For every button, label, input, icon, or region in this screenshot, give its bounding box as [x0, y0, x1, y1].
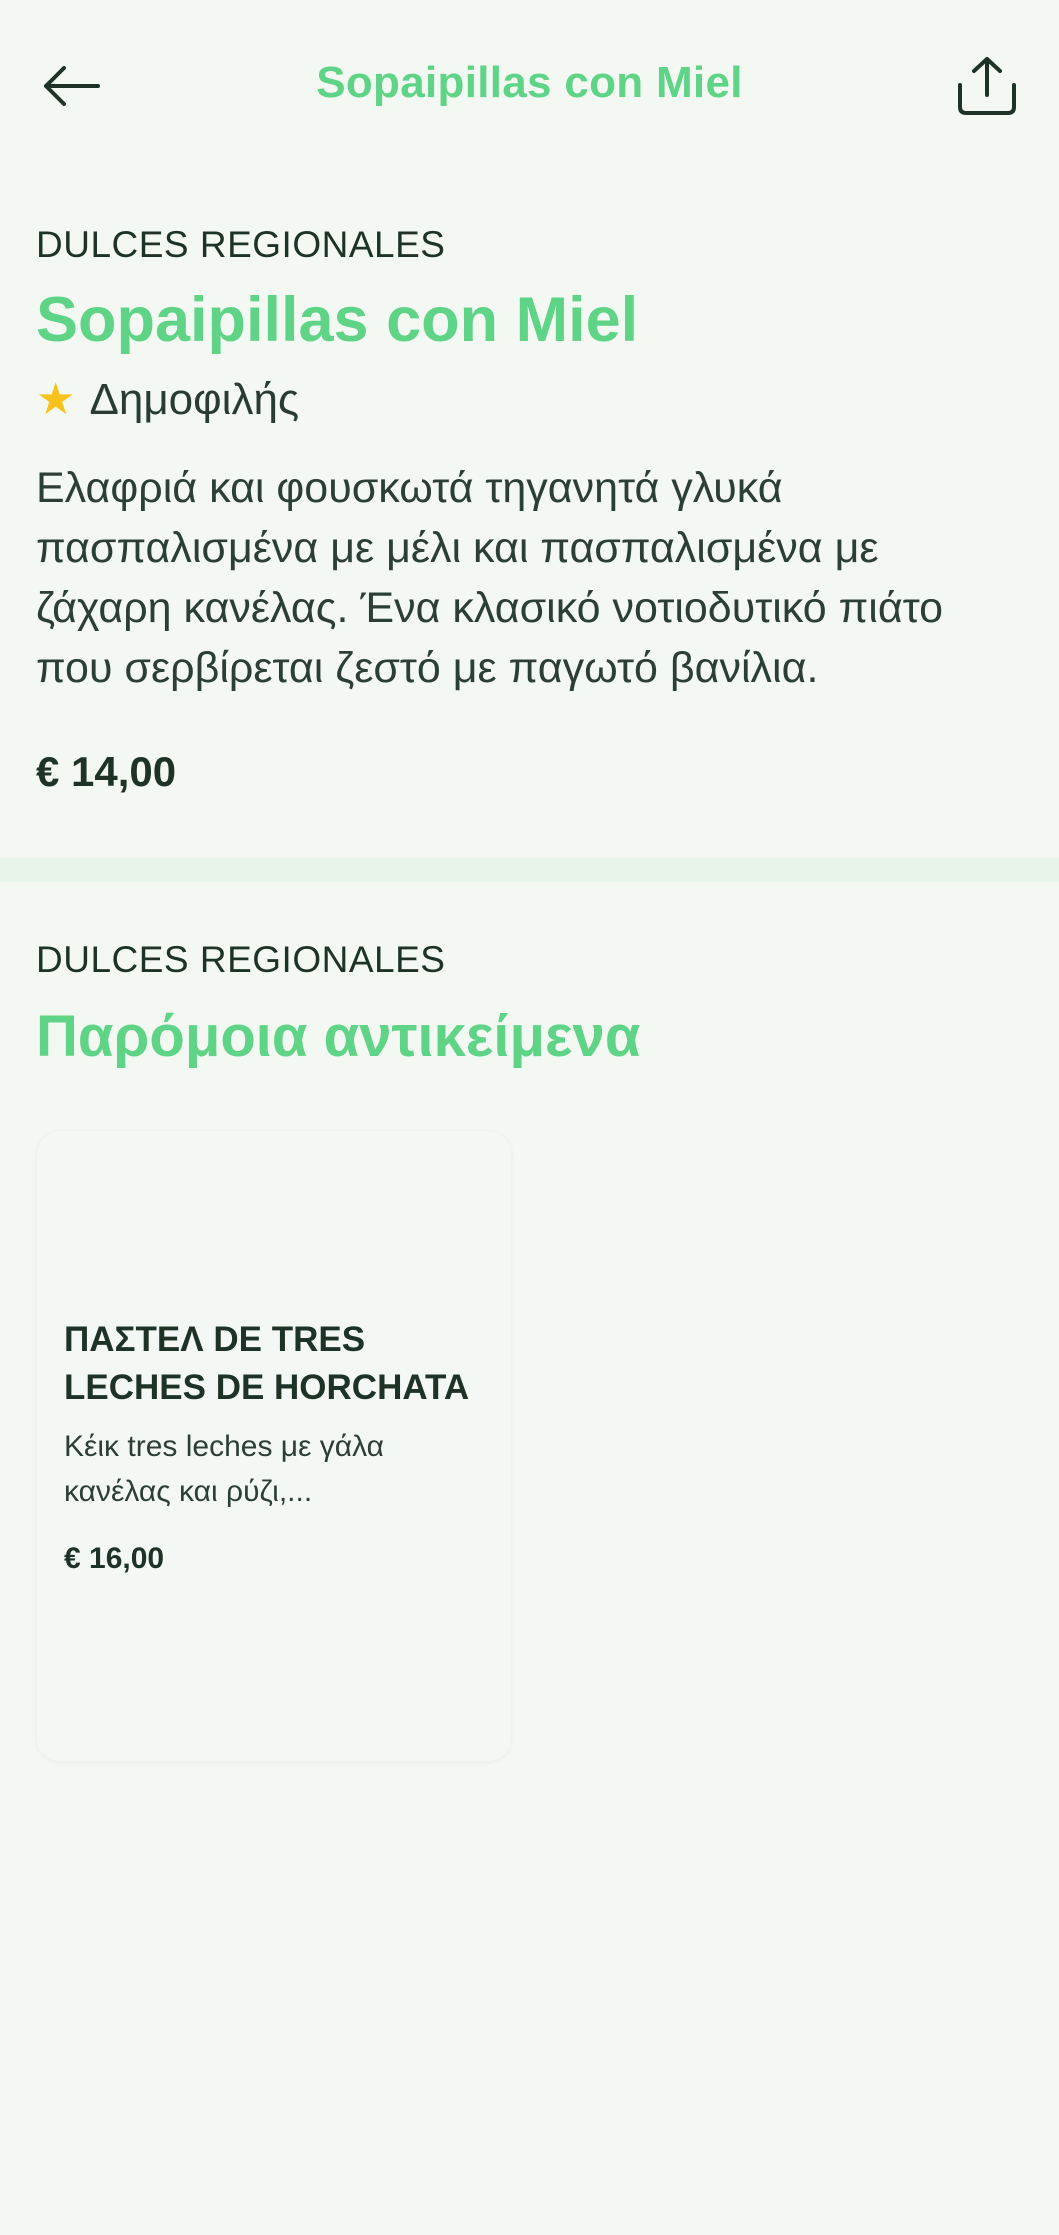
- similar-items-section: DULCES REGIONALES Παρόμοια αντικείμενα: [36, 935, 1026, 1075]
- item-price: € 14,00: [36, 748, 177, 795]
- item-category: DULCES REGIONALES: [36, 224, 446, 265]
- share-icon: [958, 57, 1016, 115]
- share-button[interactable]: [951, 48, 1023, 124]
- page-title: Sopaipillas con Miel: [316, 58, 743, 107]
- star-icon: ★: [36, 375, 76, 424]
- similar-category: DULCES REGIONALES: [36, 939, 446, 980]
- item-description: Ελαφριά και φουσκωτά τηγανητά γλυκά πασπ…: [36, 464, 943, 692]
- card-item-name: ΠΑΣΤΕΛ DE TRES LECHES DE HORCHATA: [64, 1320, 470, 1407]
- top-bar: Sopaipillas con Miel: [0, 0, 1059, 170]
- similar-title: Παρόμοια αντικείμενα: [36, 1004, 641, 1069]
- card-item-price: € 16,00: [64, 1542, 165, 1575]
- item-detail: DULCES REGIONALES Sopaipillas con Miel ★…: [36, 220, 1026, 796]
- section-divider: [0, 858, 1059, 882]
- card-item-description: Κέικ tres leches με γάλα κανέλας και ρύζ…: [64, 1430, 385, 1508]
- similar-item-card[interactable]: ΠΑΣΤΕΛ DE TRES LECHES DE HORCHATA Κέικ t…: [36, 1130, 512, 1762]
- card-body: ΠΑΣΤΕΛ DE TRES LECHES DE HORCHATA Κέικ t…: [64, 1316, 494, 1576]
- popular-badge: ★ Δημοφιλής: [36, 372, 1026, 428]
- item-title: Sopaipillas con Miel: [36, 285, 639, 355]
- popular-label: Δημοφιλής: [89, 375, 300, 424]
